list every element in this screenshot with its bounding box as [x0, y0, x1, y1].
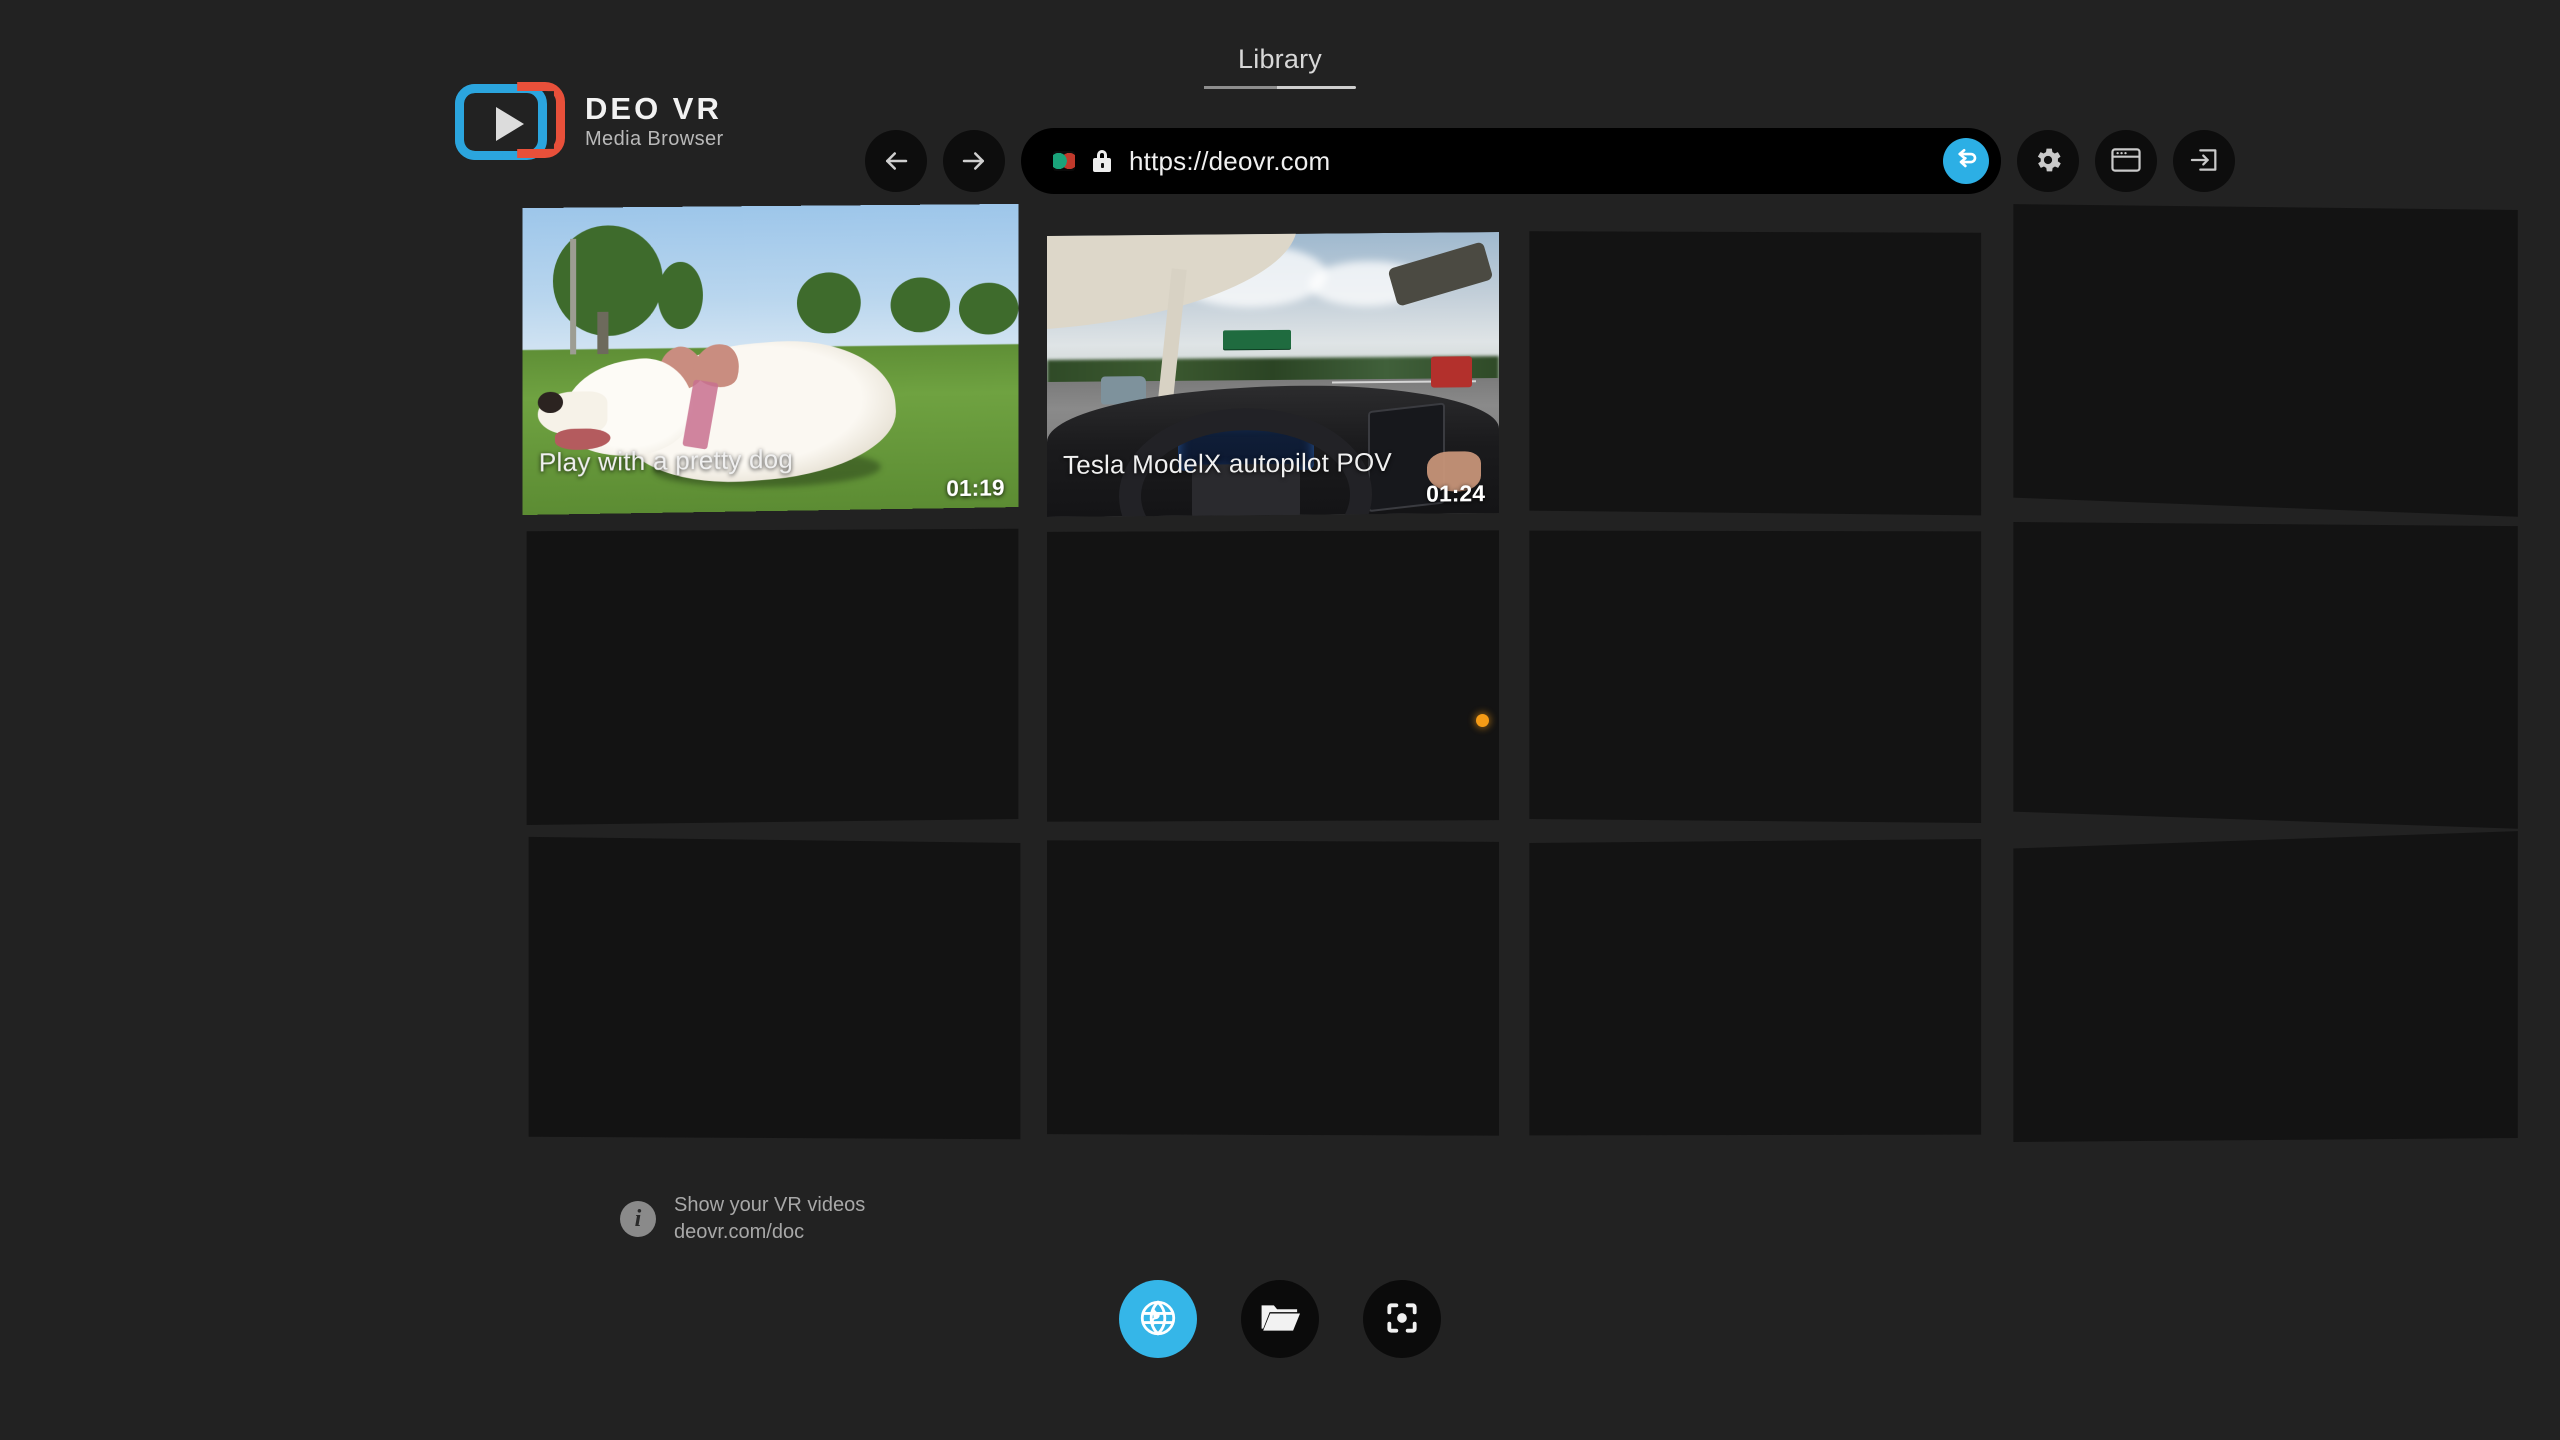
address-bar-input[interactable]: https://deovr.com — [1129, 146, 1925, 177]
exit-button[interactable] — [2173, 130, 2235, 192]
gear-icon — [2032, 144, 2064, 179]
hint-line-1: Show your VR videos — [674, 1192, 865, 1219]
arrow-left-icon — [881, 146, 911, 176]
library-item-1[interactable]: Play with a pretty dog 01:19 — [523, 204, 1019, 515]
library-item-4[interactable] — [2013, 204, 2517, 517]
address-bar[interactable]: https://deovr.com — [1021, 128, 2001, 194]
hint-line-2: deovr.com/doc — [674, 1219, 865, 1246]
library-item-1-duration: 01:19 — [946, 474, 1004, 502]
nav-local-files-button[interactable] — [1241, 1280, 1319, 1358]
back-button[interactable] — [865, 130, 927, 192]
reload-icon — [1951, 144, 1981, 179]
logo-subtitle: Media Browser — [585, 128, 724, 151]
forward-button[interactable] — [943, 130, 1005, 192]
reload-button[interactable] — [1943, 138, 1989, 184]
library-grid: Play with a pretty dog 01:19 Tesla Model… — [0, 0, 2560, 1440]
tab-active-underline — [1204, 86, 1356, 89]
globe-icon — [1137, 1297, 1179, 1342]
nav-recenter-button[interactable] — [1363, 1280, 1441, 1358]
logo-title: DEO VR — [585, 93, 724, 126]
recenter-icon — [1382, 1298, 1422, 1341]
browser-window-icon — [2110, 145, 2142, 178]
thumbnail-tesla: Tesla ModelX autopilot POV 01:24 — [1047, 232, 1499, 517]
library-item-8[interactable] — [2013, 522, 2517, 829]
pointer-dot — [1476, 714, 1489, 727]
play-logo-icon — [455, 82, 567, 162]
library-item-9[interactable] — [529, 837, 1021, 1139]
tab-library-label: Library — [1238, 44, 1322, 74]
arrow-right-icon — [959, 146, 989, 176]
logo-play-triangle-icon — [496, 107, 524, 141]
library-item-2-duration: 01:24 — [1426, 480, 1485, 508]
library-item-11[interactable] — [1529, 839, 1981, 1135]
library-item-3[interactable] — [1529, 231, 1981, 515]
nav-web-button[interactable] — [1119, 1280, 1197, 1358]
thumbnail-dog: Play with a pretty dog 01:19 — [523, 204, 1019, 515]
library-item-2-title: Tesla ModelX autopilot POV — [1063, 447, 1392, 481]
library-item-7[interactable] — [1529, 531, 1981, 823]
library-item-10[interactable] — [1047, 840, 1499, 1136]
library-item-2[interactable]: Tesla ModelX autopilot POV 01:24 — [1047, 232, 1499, 517]
hint-text: Show your VR videos deovr.com/doc — [674, 1192, 865, 1246]
logo-text: DEO VR Media Browser — [585, 93, 724, 152]
exit-icon — [2188, 146, 2220, 177]
folder-icon — [1259, 1299, 1301, 1340]
tab-bar: Library — [0, 40, 2560, 89]
library-item-6[interactable] — [1047, 530, 1499, 822]
browser-toolbar: https://deovr.com — [865, 128, 2235, 194]
library-item-1-title: Play with a pretty dog — [539, 444, 793, 479]
hint-banner[interactable]: i Show your VR videos deovr.com/doc — [620, 1192, 865, 1246]
library-item-12[interactable] — [2013, 831, 2517, 1142]
site-favicon-icon — [1053, 151, 1075, 171]
lock-icon — [1093, 150, 1111, 172]
info-icon: i — [620, 1201, 656, 1237]
app-logo[interactable]: DEO VR Media Browser — [455, 82, 724, 162]
settings-button[interactable] — [2017, 130, 2079, 192]
tab-library[interactable]: Library — [1204, 40, 1356, 89]
window-button[interactable] — [2095, 130, 2157, 192]
library-item-5[interactable] — [527, 529, 1019, 825]
bottom-nav — [0, 1280, 2560, 1358]
